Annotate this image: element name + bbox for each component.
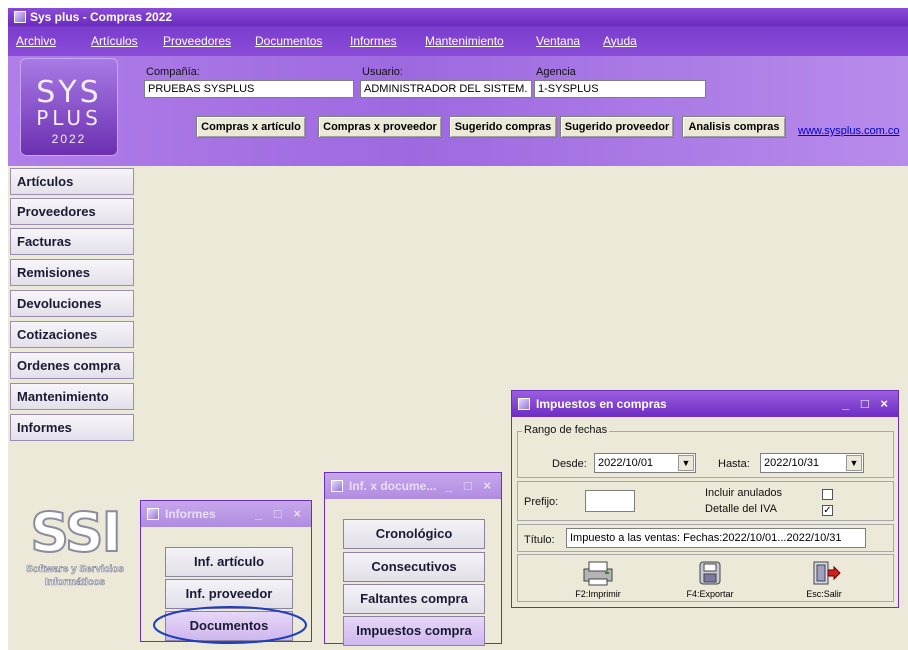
app-icon bbox=[14, 11, 26, 23]
menu-ayuda[interactable]: Ayuda bbox=[603, 34, 637, 48]
sugerido-proveedor-button[interactable]: Sugerido proveedor bbox=[560, 116, 674, 138]
menu-documentos[interactable]: Documentos bbox=[255, 34, 322, 48]
window-icon bbox=[518, 398, 530, 410]
desde-label: Desde: bbox=[552, 458, 587, 470]
compras-x-proveedor-button[interactable]: Compras x proveedor bbox=[318, 116, 442, 138]
menu-informes[interactable]: Informes bbox=[350, 34, 397, 48]
ssi-line2: Informáticos bbox=[44, 577, 106, 589]
informes-title: Informes bbox=[165, 507, 216, 521]
exportar-label: F4:Exportar bbox=[686, 589, 734, 599]
menu-bar: Archivo Artículos Proveedores Documentos… bbox=[8, 26, 908, 56]
salir-button[interactable]: Esc:Salir bbox=[784, 559, 864, 607]
sysplus-logo: SYS PLUS 2022 bbox=[20, 58, 118, 156]
consecutivos-button[interactable]: Consecutivos bbox=[343, 552, 485, 582]
sugerido-compras-button[interactable]: Sugerido compras bbox=[449, 116, 557, 138]
header-panel: SYS PLUS 2022 Compañía: PRUEBAS SYSPLUS … bbox=[8, 56, 908, 166]
title-bar: Sys plus - Compras 2022 bbox=[8, 8, 908, 26]
ssi-line1: Software y Servicios bbox=[26, 564, 124, 576]
prefijo-label: Prefijo: bbox=[524, 496, 559, 508]
docs-title-bar: Inf. x docume... _ □ × bbox=[325, 473, 501, 499]
window-controls-icon[interactable]: _ □ × bbox=[842, 391, 892, 417]
app-window: Sys plus - Compras 2022 Archivo Artículo… bbox=[8, 8, 908, 650]
desde-value: 2022/10/01 bbox=[598, 457, 654, 469]
window-title: Sys plus - Compras 2022 bbox=[30, 10, 173, 24]
impuestos-title: Impuestos en compras bbox=[536, 397, 667, 411]
website-link[interactable]: www.sysplus.com.co bbox=[798, 125, 899, 137]
nav-facturas[interactable]: Facturas bbox=[10, 228, 134, 255]
impuestos-compra-button[interactable]: Impuestos compra bbox=[343, 616, 485, 646]
highlight-ellipse bbox=[153, 606, 307, 644]
nav-articulos[interactable]: Artículos bbox=[10, 168, 134, 195]
usuario-label: Usuario: bbox=[362, 66, 403, 78]
menu-articulos[interactable]: Artículos bbox=[91, 34, 138, 48]
menu-mantenimiento[interactable]: Mantenimiento bbox=[425, 34, 504, 48]
window-icon bbox=[331, 480, 343, 492]
titulo-label: Título: bbox=[524, 534, 555, 546]
exportar-button[interactable]: F4:Exportar bbox=[670, 559, 750, 607]
usuario-field[interactable]: ADMINISTRADOR DEL SISTEM. bbox=[360, 80, 532, 98]
printer-icon bbox=[583, 561, 613, 586]
dropdown-arrow-icon[interactable]: ▼ bbox=[678, 455, 694, 471]
dropdown-arrow-icon[interactable]: ▼ bbox=[846, 455, 862, 471]
ssi-logo: SSI Software y Servicios Informáticos bbox=[10, 501, 140, 613]
analisis-compras-button[interactable]: Analisis compras bbox=[682, 116, 786, 138]
prefijo-input[interactable] bbox=[585, 490, 635, 512]
rango-fechas-label: Rango de fechas bbox=[522, 424, 610, 436]
disk-export-icon bbox=[699, 561, 721, 585]
window-controls-icon[interactable]: _ □ × bbox=[255, 501, 305, 527]
hasta-label: Hasta: bbox=[718, 458, 750, 470]
impuestos-title-bar: Impuestos en compras _ □ × bbox=[512, 391, 898, 417]
nav-ordenes-compra[interactable]: Ordenes compra bbox=[10, 352, 134, 379]
salir-label: Esc:Salir bbox=[806, 589, 842, 599]
agencia-label: Agencia bbox=[536, 66, 576, 78]
nav-devoluciones[interactable]: Devoluciones bbox=[10, 290, 134, 317]
faltantes-compra-button[interactable]: Faltantes compra bbox=[343, 584, 485, 614]
imprimir-button[interactable]: F2:Imprimir bbox=[558, 559, 638, 607]
cronologico-button[interactable]: Cronológico bbox=[343, 519, 485, 549]
compras-x-articulo-button[interactable]: Compras x artículo bbox=[196, 116, 306, 138]
menu-proveedores[interactable]: Proveedores bbox=[163, 34, 231, 48]
informes-window: Informes _ □ × Inf. artículo Inf. provee… bbox=[140, 500, 312, 644]
nav-proveedores[interactable]: Proveedores bbox=[10, 198, 134, 225]
actions-group: F2:Imprimir F4:Exportar Esc:Salir bbox=[517, 554, 894, 602]
compania-field[interactable]: PRUEBAS SYSPLUS bbox=[144, 80, 354, 98]
compania-label: Compañía: bbox=[146, 66, 200, 78]
nav-cotizaciones[interactable]: Cotizaciones bbox=[10, 321, 134, 348]
exit-door-icon bbox=[813, 561, 841, 585]
menu-ventana[interactable]: Ventana bbox=[536, 34, 580, 48]
hasta-date-picker[interactable]: 2022/10/31 ▼ bbox=[760, 453, 864, 473]
window-controls-icon[interactable]: _ □ × bbox=[445, 473, 495, 499]
menu-archivo[interactable]: Archivo bbox=[16, 34, 56, 48]
nav-remisiones[interactable]: Remisiones bbox=[10, 259, 134, 286]
inf-articulo-button[interactable]: Inf. artículo bbox=[165, 547, 293, 577]
agencia-field[interactable]: 1-SYSPLUS bbox=[534, 80, 706, 98]
window-icon bbox=[147, 508, 159, 520]
desde-date-picker[interactable]: 2022/10/01 ▼ bbox=[594, 453, 696, 473]
incluir-anulados-checkbox[interactable] bbox=[822, 489, 833, 500]
nav-mantenimiento[interactable]: Mantenimiento bbox=[10, 383, 134, 410]
informes-title-bar: Informes _ □ × bbox=[141, 501, 311, 527]
detalle-iva-label: Detalle del IVA bbox=[705, 503, 777, 515]
titulo-input[interactable]: Impuesto a las ventas: Fechas:2022/10/01… bbox=[566, 528, 866, 548]
imprimir-label: F2:Imprimir bbox=[575, 589, 621, 599]
logo-year: 2022 bbox=[51, 132, 87, 146]
ssi-logo-text: SSI bbox=[29, 501, 122, 564]
incluir-anulados-label: Incluir anulados bbox=[705, 487, 783, 499]
hasta-value: 2022/10/31 bbox=[764, 457, 820, 469]
docs-title: Inf. x docume... bbox=[349, 479, 437, 493]
logo-line2: PLUS bbox=[36, 106, 102, 130]
nav-informes[interactable]: Informes bbox=[10, 414, 134, 441]
logo-line1: SYS bbox=[36, 75, 102, 110]
impuestos-window: Impuestos en compras _ □ × Rango de fech… bbox=[511, 390, 899, 608]
detalle-iva-checkbox[interactable]: ✓ bbox=[822, 505, 833, 516]
docs-window: Inf. x docume... _ □ × Cronológico Conse… bbox=[324, 472, 502, 646]
